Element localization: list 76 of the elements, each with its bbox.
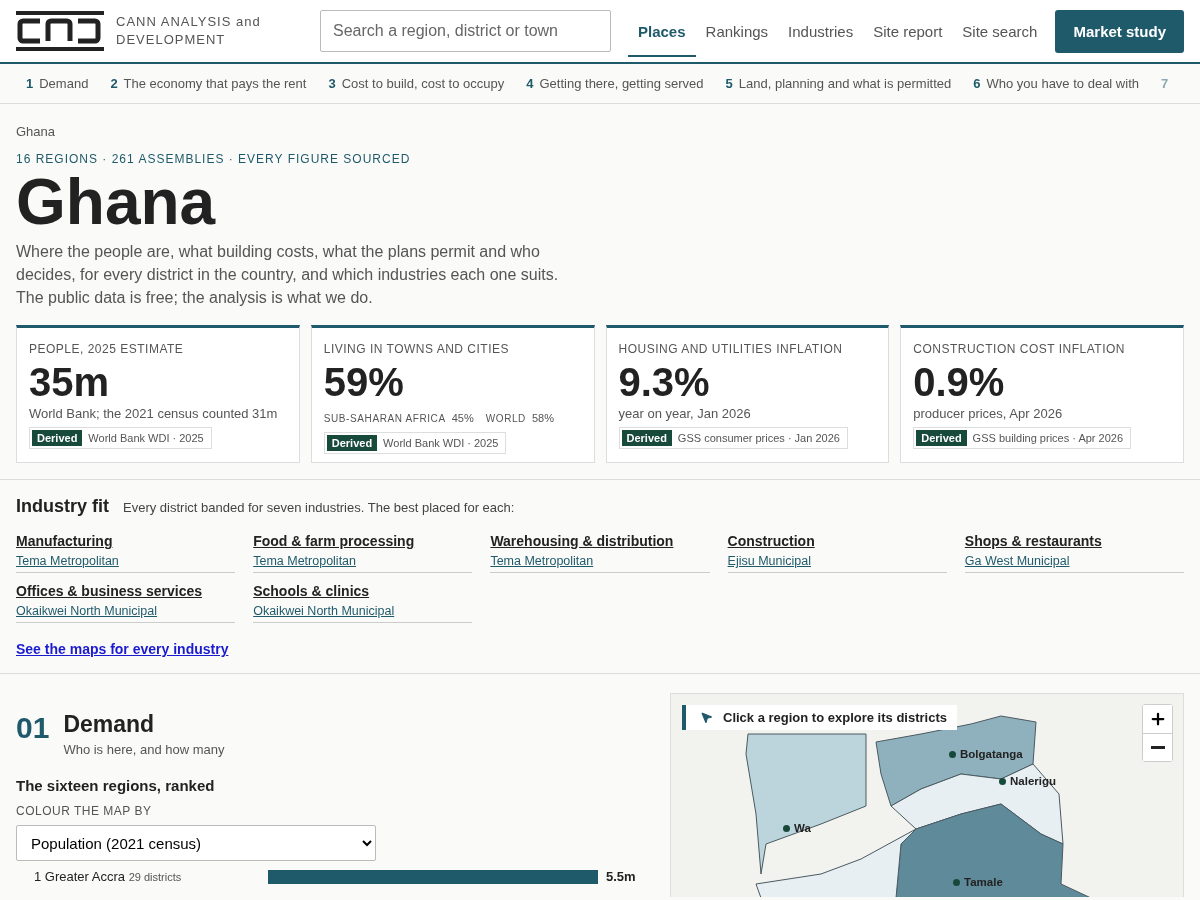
pointer-icon bbox=[700, 711, 713, 724]
nav-link[interactable]: Places bbox=[628, 5, 696, 57]
stat-note: producer prices, Apr 2026 bbox=[913, 406, 1064, 421]
comparison-label: WORLD bbox=[485, 413, 526, 424]
stat-value: 35m bbox=[29, 360, 111, 404]
derived-badge: Derived bbox=[32, 430, 83, 446]
industry-link[interactable]: Offices & business services bbox=[16, 583, 236, 599]
company-name: CANN ANALYSIS and DEVELOPMENT bbox=[116, 13, 262, 49]
zoom-out-button[interactable] bbox=[1143, 733, 1172, 761]
district-link[interactable]: Tema Metropolitan bbox=[490, 554, 594, 568]
section-title: Industry fit bbox=[16, 496, 109, 517]
section-number: 01 bbox=[16, 711, 50, 746]
industry-link[interactable]: Food & farm processing bbox=[253, 533, 473, 549]
nav-link[interactable]: Site report bbox=[863, 5, 953, 57]
source-text: GSS building prices · Apr 2026 bbox=[972, 432, 1125, 444]
source-text: GSS consumer prices · Jan 2026 bbox=[677, 432, 841, 444]
industry-link[interactable]: Construction bbox=[727, 533, 947, 549]
stat-value: 0.9% bbox=[913, 360, 1006, 404]
industry-link[interactable]: Shops & restaurants bbox=[964, 533, 1184, 549]
section-subtitle: Who is here, and how many bbox=[63, 742, 225, 757]
minus-icon bbox=[1150, 746, 1165, 749]
stat-label: CONSTRUCTION COST INFLATION bbox=[913, 342, 1126, 356]
town-label: Wa bbox=[783, 822, 811, 834]
industry-link[interactable]: Manufacturing bbox=[16, 533, 236, 549]
region-value: 5.5m bbox=[606, 869, 636, 884]
town-label: Nalerigu bbox=[999, 775, 1056, 787]
search-field[interactable]: Search a region, district or town bbox=[320, 10, 611, 52]
district-link[interactable]: Tema Metropolitan bbox=[253, 554, 356, 568]
comparison-value: 58% bbox=[531, 412, 554, 424]
nav-link[interactable]: Site search bbox=[952, 5, 1048, 57]
select-label: COLOUR THE MAP BY bbox=[16, 804, 153, 818]
eyebrow-text: 16 REGIONS · 261 ASSEMBLIES · EVERY FIGURE SOURCED bbox=[16, 152, 412, 166]
map-metric-select[interactable]: Population (2021 census) bbox=[16, 825, 376, 861]
source-text: World Bank WDI · 2025 bbox=[383, 437, 500, 449]
stat-note: year on year, Jan 2026 bbox=[618, 406, 752, 421]
section-subtitle: Every district banded for seven industries. The best placed for each: bbox=[123, 500, 515, 515]
nav-link[interactable]: Industries bbox=[778, 5, 864, 57]
stat-label: PEOPLE, 2025 ESTIMATE bbox=[29, 342, 185, 356]
district-link[interactable]: Ejisu Municipal bbox=[727, 554, 811, 568]
town-label: Tamale bbox=[953, 876, 1003, 888]
stat-value: 9.3% bbox=[618, 360, 711, 404]
section-title: Demand bbox=[63, 711, 156, 738]
region-name[interactable]: 1 Greater Accra 29 districts bbox=[16, 869, 268, 884]
chapter-link[interactable]: 5 Land, planning and what is permitted bbox=[725, 76, 952, 91]
chapter-link[interactable]: 3 Cost to build, cost to occupy bbox=[328, 76, 505, 91]
map-region[interactable] bbox=[890, 763, 1064, 845]
nav-link[interactable]: Rankings bbox=[695, 5, 779, 57]
derived-badge: Derived bbox=[326, 435, 378, 451]
market-study-button[interactable]: Market study bbox=[1055, 9, 1184, 53]
map-hint: Click a region to explore its districts bbox=[682, 705, 957, 730]
derived-badge: Derived bbox=[916, 430, 967, 446]
subheading: The sixteen regions, ranked bbox=[16, 777, 216, 794]
intro-paragraph: Where the people are, what building costs, what the plans permit and who decides, for every district in the country, and which industries each one suits. The public data is free; the analysis is what we do. bbox=[16, 242, 560, 308]
stat-label: LIVING IN TOWNS AND CITIES bbox=[323, 342, 510, 356]
district-link[interactable]: Tema Metropolitan bbox=[16, 554, 119, 568]
chapter-link[interactable]: 2 The economy that pays the rent bbox=[110, 76, 307, 91]
district-link[interactable]: Okaikwei North Municipal bbox=[253, 604, 395, 618]
derived-badge: Derived bbox=[621, 430, 672, 446]
stat-note: World Bank; the 2021 census counted 31m bbox=[29, 406, 279, 421]
chapter-link[interactable]: 6 Who you have to deal with bbox=[973, 76, 1139, 91]
industry-link[interactable]: Warehousing & distribution bbox=[490, 533, 710, 549]
page-title: Ghana bbox=[16, 168, 217, 236]
district-link[interactable]: Okaikwei North Municipal bbox=[16, 604, 158, 618]
town-label: Bolgatanga bbox=[949, 748, 1023, 760]
source-text: World Bank WDI · 2025 bbox=[88, 432, 205, 444]
industry-link[interactable]: Schools & clinics bbox=[253, 583, 473, 599]
comparison-value: 45% bbox=[451, 412, 474, 424]
stat-label: HOUSING AND UTILITIES INFLATION bbox=[618, 342, 844, 356]
district-link[interactable]: Ga West Municipal bbox=[964, 554, 1070, 568]
comparison-label: SUB-SAHARAN AFRICA bbox=[323, 413, 446, 424]
chapter-link[interactable]: 1 Demand bbox=[26, 76, 89, 91]
industry-maps-link[interactable]: See the maps for every industry bbox=[16, 641, 229, 657]
breadcrumb[interactable]: Ghana bbox=[16, 124, 1184, 139]
chapter-link[interactable]: 4 Getting there, getting served bbox=[526, 76, 704, 91]
map-region[interactable] bbox=[895, 803, 1092, 897]
stat-value: 59% bbox=[323, 360, 405, 404]
